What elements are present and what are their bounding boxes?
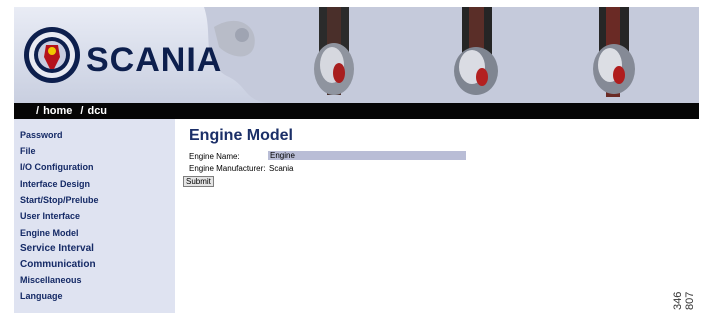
breadcrumb-separator: /	[80, 105, 84, 117]
page-title: Engine Model	[189, 127, 293, 144]
engine-name-label: Engine Name:	[189, 152, 240, 161]
sidebar-nav: Password File I/O Configuration Interfac…	[14, 119, 175, 313]
figure-number: 346 807	[672, 291, 696, 310]
engine-manufacturer-value: Scania	[269, 164, 294, 173]
sidebar-item-password[interactable]: Password	[20, 130, 63, 140]
submit-button[interactable]: Submit	[183, 176, 214, 187]
sidebar-item-service-interval[interactable]: Service Interval	[20, 243, 94, 254]
breadcrumb-home[interactable]: home	[43, 103, 72, 119]
engine-manufacturer-label: Engine Manufacturer:	[189, 164, 266, 173]
sidebar-item-io-configuration[interactable]: I/O Configuration	[20, 162, 94, 172]
sidebar-item-engine-model[interactable]: Engine Model	[20, 228, 79, 238]
sidebar-item-user-interface[interactable]: User Interface	[20, 211, 80, 221]
sidebar-item-start-stop-prelube[interactable]: Start/Stop/Prelube	[20, 195, 99, 205]
breadcrumb-dcu[interactable]: dcu	[87, 103, 107, 119]
sidebar-item-miscellaneous[interactable]: Miscellaneous	[20, 275, 82, 285]
breadcrumb: / home / dcu	[14, 103, 699, 119]
sidebar-item-interface-design[interactable]: Interface Design	[20, 179, 90, 189]
sidebar-item-language[interactable]: Language	[20, 291, 63, 301]
sidebar-item-communication[interactable]: Communication	[20, 259, 96, 270]
header-banner: SCANIA	[14, 7, 699, 103]
scania-logo: SCANIA	[86, 41, 223, 79]
sidebar-item-file[interactable]: File	[20, 146, 36, 156]
breadcrumb-separator: /	[36, 105, 40, 117]
engine-name-field[interactable]	[268, 151, 466, 160]
